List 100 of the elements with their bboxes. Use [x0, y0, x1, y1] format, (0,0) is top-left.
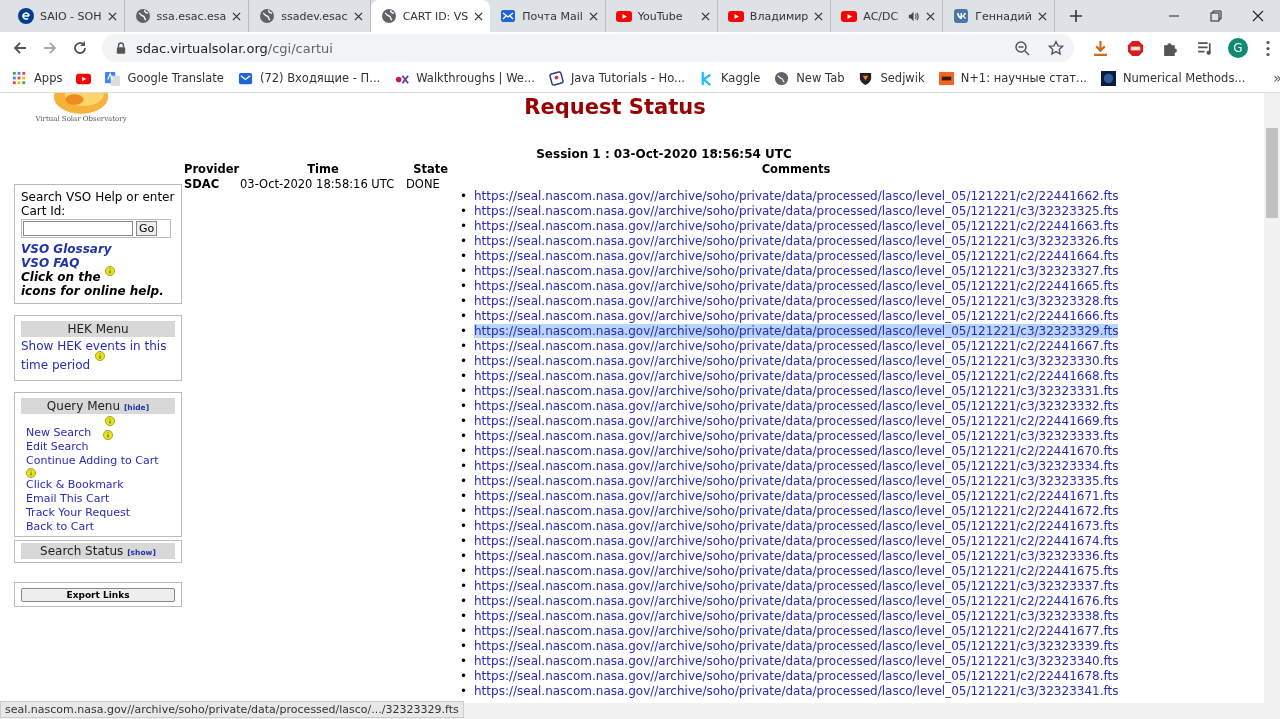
close-icon[interactable]	[1038, 11, 1048, 21]
file-link[interactable]: https://seal.nascom.nasa.gov//archive/soho/private/data/processed/lasco/level_05/121221/c2/22441667.fts	[474, 339, 1119, 353]
file-link[interactable]: https://seal.nascom.nasa.gov//archive/soho/private/data/processed/lasco/level_05/121221/c3/32323325.fts	[474, 204, 1119, 218]
adblock-icon[interactable]	[1127, 39, 1144, 57]
query-menu-link[interactable]: Back to Cart	[26, 520, 94, 534]
restore-icon[interactable]	[1210, 10, 1222, 22]
close-icon[interactable]	[588, 11, 598, 21]
query-menu-link[interactable]: Track Your Request	[26, 506, 130, 520]
close-icon[interactable]	[107, 11, 117, 21]
star-icon[interactable]	[1048, 40, 1064, 56]
bullet: •	[460, 474, 469, 489]
bullet: •	[460, 669, 469, 684]
playlist-icon[interactable]	[1197, 39, 1214, 57]
bookmark[interactable]: N+1: научные стат...	[938, 70, 1087, 86]
file-link[interactable]: https://seal.nascom.nasa.gov//archive/soho/private/data/processed/lasco/level_05/121221/c2/22441665.fts	[474, 279, 1119, 293]
bookmark[interactable]: (72) Входящие - П...	[237, 70, 381, 86]
bookmark[interactable]: Java Tutorials - Ho...	[548, 70, 685, 86]
provider-cell-text: SDAC	[184, 177, 221, 192]
bookmark[interactable]: Numerical Methods...	[1100, 70, 1246, 86]
export-links-button[interactable]: Export Links	[21, 588, 175, 602]
bookmark[interactable]: Apps	[12, 70, 63, 86]
close-icon[interactable]	[814, 11, 824, 21]
bookmark[interactable]: Walkthroughs | We...	[394, 70, 535, 86]
new-tab-icon[interactable]	[1069, 9, 1084, 23]
file-link[interactable]: https://seal.nascom.nasa.gov//archive/soho/private/data/processed/lasco/level_05/121221/c2/22441662.fts	[474, 189, 1119, 203]
browser-tab[interactable]: YouTube	[605, 0, 718, 32]
info-icon[interactable]	[104, 266, 115, 276]
file-link[interactable]: https://seal.nascom.nasa.gov//archive/soho/private/data/processed/lasco/level_05/121221/c2/22441673.fts	[474, 519, 1119, 533]
close-icon[interactable]	[1252, 10, 1264, 22]
bullet: •	[460, 324, 469, 339]
close-icon[interactable]	[232, 11, 242, 21]
vertical-scrollbar[interactable]	[1264, 93, 1280, 703]
speaker-icon[interactable]	[907, 9, 921, 23]
browser-tab[interactable]: Владимир	[717, 0, 832, 32]
close-icon[interactable]	[353, 11, 363, 21]
file-link[interactable]: https://seal.nascom.nasa.gov//archive/soho/private/data/processed/lasco/level_05/121221/c2/22441669.fts	[474, 414, 1119, 428]
file-link[interactable]: https://seal.nascom.nasa.gov//archive/soho/private/data/processed/lasco/level_05/121221/c2/22441676.fts	[474, 594, 1119, 608]
query-menu-link[interactable]: Email This Cart	[26, 492, 110, 506]
file-link[interactable]: https://seal.nascom.nasa.gov//archive/soho/private/data/processed/lasco/level_05/121221/c2/22441678.fts	[474, 669, 1119, 683]
close-icon[interactable]	[700, 11, 710, 21]
menu-icon[interactable]	[1266, 39, 1270, 57]
file-link[interactable]: https://seal.nascom.nasa.gov//archive/soho/private/data/processed/lasco/level_05/121221/c2/22441670.fts	[474, 444, 1119, 458]
file-link[interactable]: https://seal.nascom.nasa.gov//archive/soho/private/data/processed/lasco/level_05/121221/c3/32323333.fts	[474, 429, 1119, 443]
help-link[interactable]: VSO Glossary	[21, 242, 175, 256]
file-link[interactable]: https://seal.nascom.nasa.gov//archive/soho/private/data/processed/lasco/level_05/121221/c2/22441666.fts	[474, 309, 1119, 323]
query-menu-link[interactable]: Click & Bookmark	[26, 478, 124, 492]
info-icon[interactable]	[95, 351, 105, 361]
file-link[interactable]: https://seal.nascom.nasa.gov//archive/soho/private/data/processed/lasco/level_05/121221/c3/32323338.fts	[474, 609, 1119, 623]
reload-icon[interactable]	[72, 40, 88, 56]
browser-tab[interactable]: SAIO - SOH	[8, 0, 125, 32]
query-menu-link[interactable]: Edit Search	[26, 440, 89, 454]
file-link[interactable]: https://seal.nascom.nasa.gov//archive/soho/private/data/processed/lasco/level_05/121221/c2/22441664.fts	[474, 249, 1119, 263]
cart-id-field[interactable]	[23, 221, 133, 236]
file-link[interactable]: https://seal.nascom.nasa.gov//archive/soho/private/data/processed/lasco/level_05/121221/c3/32323332.fts	[474, 399, 1119, 413]
file-link[interactable]: https://seal.nascom.nasa.gov//archive/soho/private/data/processed/lasco/level_05/121221/c3/32323340.fts	[474, 654, 1119, 668]
bookmark[interactable]: Google Translate	[105, 70, 224, 86]
file-link[interactable]: https://seal.nascom.nasa.gov//archive/soho/private/data/processed/lasco/level_05/121221/c2/22441677.fts	[474, 624, 1119, 638]
zoom-out-icon[interactable]	[1014, 40, 1030, 56]
info-icon[interactable]	[102, 430, 113, 440]
file-link[interactable]: https://seal.nascom.nasa.gov//archive/soho/private/data/processed/lasco/level_05/121221/c2/22441674.fts	[474, 534, 1119, 548]
file-link[interactable]: https://seal.nascom.nasa.gov//archive/soho/private/data/processed/lasco/level_05/121221/c2/22441663.fts	[474, 219, 1119, 233]
close-icon[interactable]	[474, 11, 484, 21]
file-link[interactable]: https://seal.nascom.nasa.gov//archive/soho/private/data/processed/lasco/level_05/121221/c3/32323339.fts	[474, 639, 1119, 653]
file-link[interactable]: https://seal.nascom.nasa.gov//archive/soho/private/data/processed/lasco/level_05/121221/c3/32323331.fts	[474, 384, 1119, 398]
query-menu-link[interactable]: Continue Adding to Cart	[26, 454, 159, 468]
file-link[interactable]: https://seal.nascom.nasa.gov//archive/soho/private/data/processed/lasco/level_05/121221/c2/22441675.fts	[474, 564, 1119, 578]
browser-tab[interactable]: ssadev.esac	[249, 0, 371, 32]
back-icon[interactable]	[12, 40, 28, 56]
help-link[interactable]: VSO FAQ	[21, 256, 175, 270]
file-link[interactable]: https://seal.nascom.nasa.gov//archive/soho/private/data/processed/lasco/level_05/121221/c3/32323334.fts	[474, 459, 1119, 473]
profile-avatar[interactable]: G	[1228, 38, 1248, 58]
file-link[interactable]: https://seal.nascom.nasa.gov//archive/soho/private/data/processed/lasco/level_05/121221/c2/22441671.fts	[474, 489, 1119, 503]
browser-tab[interactable]: Геннадий	[943, 0, 1056, 32]
file-link[interactable]: https://seal.nascom.nasa.gov//archive/soho/private/data/processed/lasco/level_05/121221/c2/22441672.fts	[474, 504, 1119, 518]
browser-tab[interactable]: CART ID: VS	[370, 0, 491, 32]
file-link[interactable]: https://seal.nascom.nasa.gov//archive/soho/private/data/processed/lasco/level_05/121221/c3/32323330.fts	[474, 354, 1119, 368]
browser-tab[interactable]: AC/DC	[831, 0, 944, 32]
download-icon[interactable]	[1092, 39, 1109, 57]
browser-tab[interactable]: Почта Mail	[490, 0, 606, 32]
bookmark[interactable]: Sedjwik	[858, 70, 925, 86]
go-button[interactable]: Go	[136, 221, 158, 236]
file-link[interactable]: https://seal.nascom.nasa.gov//archive/soho/private/data/processed/lasco/level_05/121221/c3/32323335.fts	[474, 474, 1119, 488]
query-menu-link[interactable]: New Search	[26, 426, 92, 440]
file-link[interactable]: https://seal.nascom.nasa.gov//archive/soho/private/data/processed/lasco/level_05/121221/c3/32323326.fts	[474, 234, 1119, 248]
file-link[interactable]: https://seal.nascom.nasa.gov//archive/soho/private/data/processed/lasco/level_05/121221/c3/32323337.fts	[474, 579, 1119, 593]
file-link[interactable]: https://seal.nascom.nasa.gov//archive/soho/private/data/processed/lasco/level_05/121221/c3/32323329.fts	[474, 324, 1119, 338]
file-link[interactable]: https://seal.nascom.nasa.gov//archive/soho/private/data/processed/lasco/level_05/121221/c2/22441668.fts	[474, 369, 1119, 383]
file-link[interactable]: https://seal.nascom.nasa.gov//archive/soho/private/data/processed/lasco/level_05/121221/c3/32323328.fts	[474, 294, 1119, 308]
info-icon[interactable]	[26, 468, 36, 478]
bookmark[interactable]: Kaggle	[699, 70, 761, 86]
file-link[interactable]: https://seal.nascom.nasa.gov//archive/soho/private/data/processed/lasco/level_05/121221/c3/32323341.fts	[474, 684, 1119, 698]
bookmark[interactable]: New Tab	[774, 70, 845, 86]
hek-link[interactable]: Show HEK events in this time period	[21, 337, 171, 375]
close-icon[interactable]	[926, 11, 936, 21]
file-link[interactable]: https://seal.nascom.nasa.gov//archive/soho/private/data/processed/lasco/level_05/121221/c3/32323327.fts	[474, 264, 1119, 278]
file-link[interactable]: https://seal.nascom.nasa.gov//archive/soho/private/data/processed/lasco/level_05/121221/c3/32323336.fts	[474, 549, 1119, 563]
more-bookmarks[interactable]: »	[1273, 70, 1280, 86]
address-bar[interactable]: sdac.virtualsolar.org/cgi/cartui	[102, 34, 1074, 62]
info-icon[interactable]	[105, 416, 116, 426]
browser-tab[interactable]: ssa.esac.esa	[124, 0, 250, 32]
